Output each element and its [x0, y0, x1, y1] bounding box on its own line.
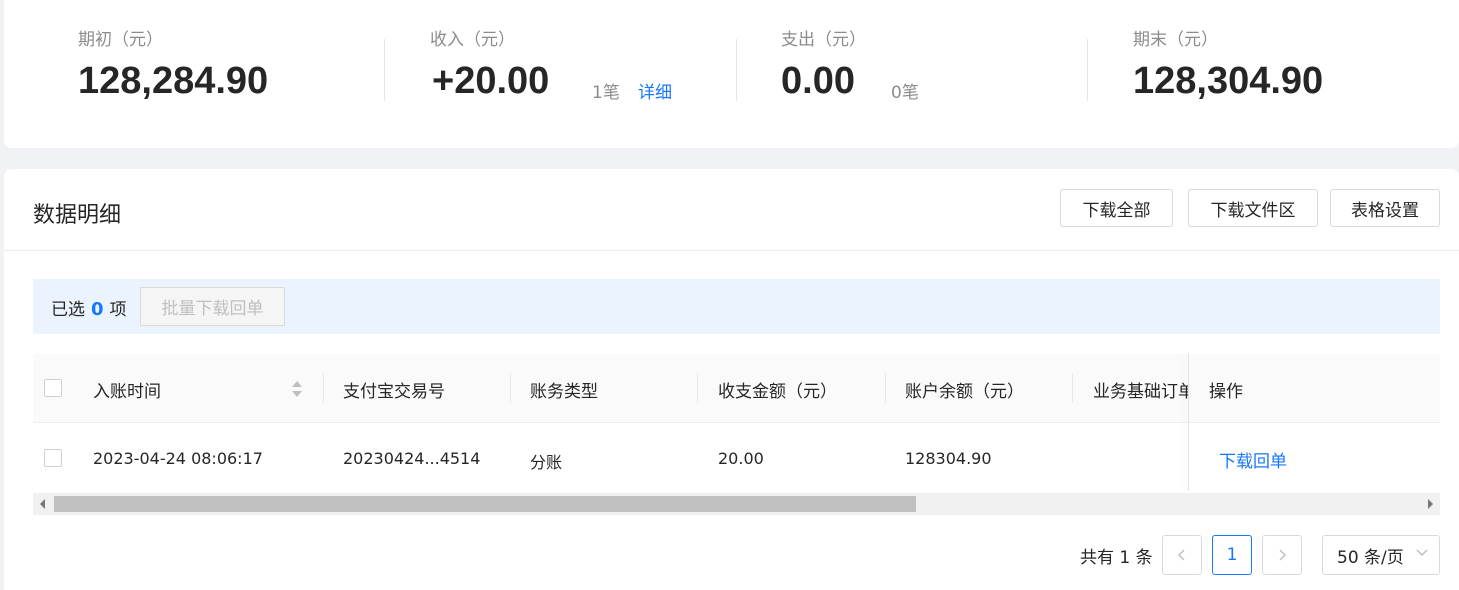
cell-balance: 128304.90	[905, 449, 992, 468]
selection-suffix: 项	[109, 300, 127, 320]
download-receipt-link[interactable]: 下载回单	[1219, 447, 1287, 472]
next-page-button[interactable]	[1262, 535, 1302, 575]
page-size-select[interactable]: 50 条/页	[1322, 535, 1440, 575]
selection-text: 已选 0 项	[51, 295, 127, 320]
horizontal-scrollbar[interactable]	[33, 493, 1440, 515]
details-card: 数据明细 下载全部 下载文件区 表格设置 已选 0 项 批量下载回单 入账时间 支付…	[4, 169, 1459, 590]
table-settings-button[interactable]: 表格设置	[1330, 189, 1440, 227]
column-separator	[697, 373, 698, 403]
expense-label: 支出（元）	[781, 30, 866, 50]
scroll-right-icon[interactable]	[1428, 499, 1433, 509]
cell-time: 2023-04-24 08:06:17	[93, 449, 263, 468]
divider	[384, 39, 385, 101]
column-separator	[510, 373, 511, 403]
income-count: 1笔	[592, 83, 620, 103]
page-size-value: 50 条/页	[1337, 547, 1404, 568]
column-separator	[885, 373, 886, 403]
table-row: 2023-04-24 08:06:17 20230424...4514 分账 2…	[33, 423, 1440, 491]
prev-page-button[interactable]	[1162, 535, 1202, 575]
column-separator	[1072, 373, 1073, 403]
column-header-action: 操作	[1209, 377, 1243, 402]
closing-label: 期末（元）	[1133, 30, 1218, 50]
chevron-right-icon	[1279, 549, 1287, 561]
download-area-button[interactable]: 下载文件区	[1188, 189, 1318, 227]
fixed-column-edge	[1188, 354, 1189, 491]
batch-download-button[interactable]: 批量下载回单	[140, 287, 285, 326]
scroll-left-icon[interactable]	[40, 499, 45, 509]
column-header-type: 账务类型	[530, 382, 598, 402]
column-header-amount: 收支金额（元）	[718, 382, 837, 402]
column-separator	[323, 373, 324, 403]
details-title: 数据明细	[33, 203, 122, 228]
expense-count: 0笔	[891, 83, 919, 103]
cell-trade-no: 20230424...4514	[343, 449, 481, 468]
selection-count: 0	[91, 299, 104, 320]
income-value: +20.00	[432, 60, 550, 102]
summary-panel: 期初（元） 128,284.90 收入（元） +20.00 1笔 详细 支出（元…	[4, 0, 1459, 148]
cell-amount: 20.00	[718, 449, 764, 468]
sort-icon[interactable]	[291, 379, 303, 399]
opening-label: 期初（元）	[78, 30, 163, 50]
opening-value: 128,284.90	[78, 60, 269, 102]
select-all-checkbox[interactable]	[44, 379, 62, 397]
income-detail-link[interactable]: 详细	[638, 78, 672, 103]
selection-prefix: 已选	[51, 300, 85, 320]
column-header-time[interactable]: 入账时间	[93, 377, 161, 402]
card-divider	[4, 250, 1459, 251]
download-all-button[interactable]: 下载全部	[1060, 189, 1173, 227]
row-checkbox[interactable]	[44, 449, 62, 467]
total-count: 共有 1 条	[1080, 548, 1153, 568]
table-header: 入账时间 支付宝交易号 账务类型 收支金额（元） 账户余额（元） 业务基础订单 …	[33, 354, 1440, 423]
closing-value: 128,304.90	[1133, 60, 1324, 102]
selection-bar: 已选 0 项 批量下载回单	[33, 279, 1440, 334]
divider	[736, 39, 737, 101]
expense-value: 0.00	[781, 60, 855, 102]
column-header-trade-no: 支付宝交易号	[343, 382, 445, 402]
column-header-order: 业务基础订单	[1093, 382, 1189, 402]
scrollbar-thumb[interactable]	[54, 496, 916, 512]
income-label: 收入（元）	[430, 30, 515, 50]
divider	[1087, 39, 1088, 101]
chevron-left-icon	[1177, 549, 1185, 561]
column-header-balance: 账户余额（元）	[905, 382, 1024, 402]
page-button-current[interactable]: 1	[1212, 535, 1252, 575]
cell-type: 分账	[530, 453, 563, 472]
chevron-down-icon	[1416, 549, 1428, 557]
